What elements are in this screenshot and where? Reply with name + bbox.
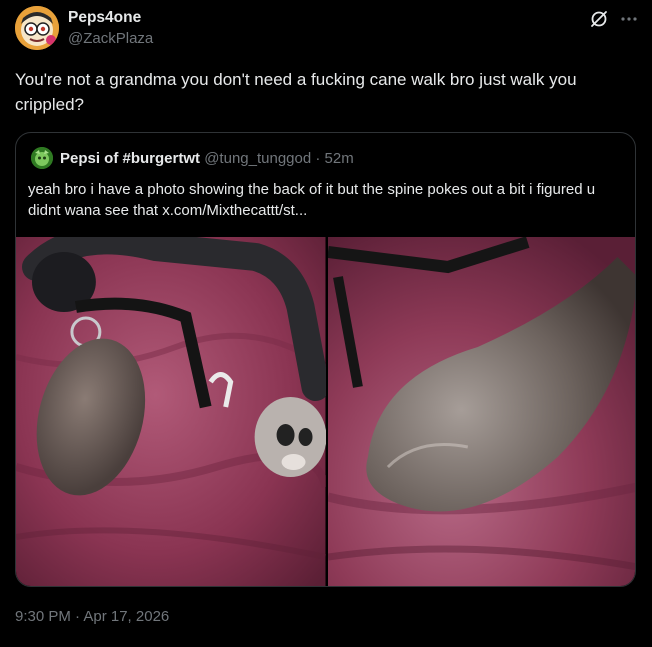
media-photo-2[interactable] <box>327 237 635 586</box>
quoted-header: Pepsi of #burgertwt @tung_tunggod · 52m <box>60 150 354 167</box>
quoted-tweet[interactable]: Pepsi of #burgertwt @tung_tunggod · 52m … <box>15 132 636 587</box>
quoted-author-handle[interactable]: @tung_tunggod <box>204 150 311 167</box>
tweet: Peps4one @ZackPlaza You're not a grandma… <box>0 0 652 647</box>
quoted-avatar[interactable] <box>31 147 53 169</box>
quoted-text: yeah bro i have a photo showing the back… <box>28 181 596 219</box>
author-avatar[interactable] <box>15 6 59 50</box>
media-photo-1[interactable] <box>16 237 326 586</box>
tweet-timestamp[interactable]: 9:30 PM · Apr 17, 2026 <box>15 608 169 625</box>
quoted-media-grid <box>16 237 635 586</box>
quoted-time[interactable]: 52m <box>325 150 354 167</box>
tweet-text: You're not a grandma you don't need a fu… <box>15 70 577 114</box>
grok-icon[interactable] <box>589 9 609 29</box>
quoted-separator: · <box>315 150 321 167</box>
author-name[interactable]: Peps4one <box>68 9 141 27</box>
author-handle[interactable]: @ZackPlaza <box>68 30 153 47</box>
quoted-author-name[interactable]: Pepsi of #burgertwt <box>60 150 200 167</box>
more-icon[interactable] <box>619 9 639 29</box>
